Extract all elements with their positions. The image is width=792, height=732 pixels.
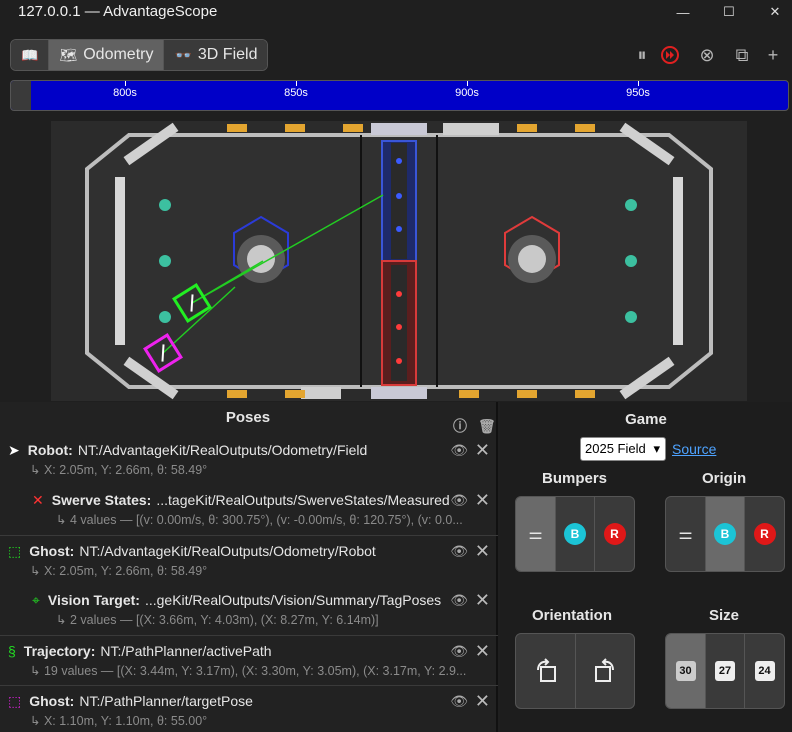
size-24-label: 24 (754, 661, 775, 681)
red-dot-icon: R (603, 523, 626, 545)
title-bar: 127.0.0.1 — AdvantageScope — ☐ ✕ (0, 0, 792, 24)
poses-header: Poses ⓘ 🗑 (0, 402, 496, 434)
bumpers-auto-button[interactable]: ⚌ (516, 497, 556, 571)
field-select[interactable]: 2025 Field ▾ (580, 437, 666, 461)
timeline-tick: 800s (113, 87, 137, 99)
tab-label: Odometry (83, 46, 154, 63)
timeline-cursor[interactable] (11, 81, 31, 110)
live-icon[interactable] (657, 42, 683, 68)
size-27-label: 27 (715, 661, 735, 681)
timeline-tick: 950s (626, 87, 650, 99)
ghost-icon: ⬚ (8, 692, 22, 709)
arrow-icon: ➤ (8, 441, 20, 458)
origin-red-button[interactable]: R (745, 497, 784, 571)
size-27-button[interactable]: 27 (706, 634, 745, 708)
size-24-button[interactable]: 24 (745, 634, 784, 708)
poses-panel: Poses ⓘ 🗑 ➤ Robot: NT:/AdvantageKit/Real… (0, 402, 498, 732)
timeline-tick: 850s (284, 87, 308, 99)
eye-icon[interactable]: 👁 (450, 592, 468, 609)
minimize-icon[interactable]: — (660, 0, 706, 24)
size-toggle[interactable]: 30 27 24 (665, 633, 785, 709)
blue-dot-icon: B (564, 523, 586, 545)
poses-title: Poses (225, 409, 271, 426)
toggle-icon: ⚌ (678, 526, 693, 543)
bumpers-label: Bumpers (542, 470, 608, 487)
add-tab-icon[interactable]: + (760, 42, 786, 68)
tab-documentation[interactable]: 📖 (11, 40, 50, 70)
rotate-right-button[interactable] (576, 634, 634, 708)
origin-label: Origin (702, 470, 747, 487)
timeline[interactable]: 800s 850s 900s 950s (10, 80, 789, 111)
rotate-left-icon (536, 658, 556, 682)
help-icon[interactable]: ⓘ (453, 410, 467, 442)
remove-icon[interactable]: ✕ (475, 691, 490, 712)
tab-odometry[interactable]: 🗺 Odometry (49, 40, 165, 70)
remove-icon[interactable]: ✕ (475, 641, 490, 662)
origin-auto-button[interactable]: ⚌ (666, 497, 706, 571)
remove-icon[interactable]: ✕ (475, 590, 490, 611)
tab-label: 3D Field (197, 46, 258, 63)
swerve-icon: ✕ (32, 491, 44, 508)
tab-bar: 📖 🗺 Odometry 👓 3D Field (10, 39, 269, 71)
field-canvas (51, 121, 747, 401)
eye-icon[interactable]: 👁 (450, 693, 468, 710)
timeline-tick: 900s (455, 87, 479, 99)
pause-icon[interactable]: ⏸ (629, 42, 655, 68)
origin-toggle[interactable]: ⚌ B R (665, 496, 785, 572)
close-icon[interactable]: ✕ (752, 0, 792, 24)
rotate-right-icon (595, 658, 614, 682)
game-panel: Game 2025 Field ▾ Source Bumpers Origin ⚌… (500, 402, 792, 732)
maximize-icon[interactable]: ☐ (706, 0, 752, 24)
blue-dot-icon: B (714, 523, 736, 545)
eye-icon[interactable]: 👁 (450, 643, 468, 660)
map-icon: 🗺 (59, 46, 78, 63)
remove-icon[interactable]: ✕ (475, 440, 490, 461)
book-icon: 📖 (21, 46, 39, 63)
chevron-down-icon: ▾ (653, 441, 660, 456)
new-window-icon[interactable]: ⧉ (729, 42, 755, 68)
eye-icon[interactable]: 👁 (450, 543, 468, 560)
red-dot-icon: R (753, 523, 776, 545)
binoculars-icon: 👓 (174, 46, 192, 63)
bumpers-blue-button[interactable]: B (556, 497, 595, 571)
origin-blue-button[interactable]: B (706, 497, 745, 571)
eye-icon[interactable]: 👁 (450, 442, 468, 459)
ghost-icon: ⬚ (8, 542, 22, 559)
game-header: Game (625, 411, 667, 428)
remove-icon[interactable]: ✕ (475, 490, 490, 511)
source-link[interactable]: Source (672, 441, 716, 457)
field-view[interactable] (51, 121, 747, 401)
bumpers-toggle[interactable]: ⚌ B R (515, 496, 635, 572)
tab-3d-field[interactable]: 👓 3D Field (164, 40, 268, 70)
crosshair-icon: ⌖ (32, 591, 40, 608)
window-title: 127.0.0.1 — AdvantageScope (18, 3, 218, 20)
size-30-label: 30 (675, 661, 696, 681)
size-label: Size (709, 607, 740, 624)
rotate-left-button[interactable] (516, 634, 576, 708)
eye-icon[interactable]: 👁 (450, 492, 468, 509)
size-30-button[interactable]: 30 (666, 634, 706, 708)
toggle-icon: ⚌ (528, 526, 543, 543)
orientation-toggle[interactable] (515, 633, 635, 709)
trajectory-icon: § (8, 643, 16, 659)
orientation-label: Orientation (532, 607, 613, 624)
close-tab-icon[interactable]: ⊗ (694, 42, 720, 68)
trash-icon[interactable]: 🗑 (478, 410, 496, 442)
remove-icon[interactable]: ✕ (475, 541, 490, 562)
bumpers-red-button[interactable]: R (595, 497, 634, 571)
